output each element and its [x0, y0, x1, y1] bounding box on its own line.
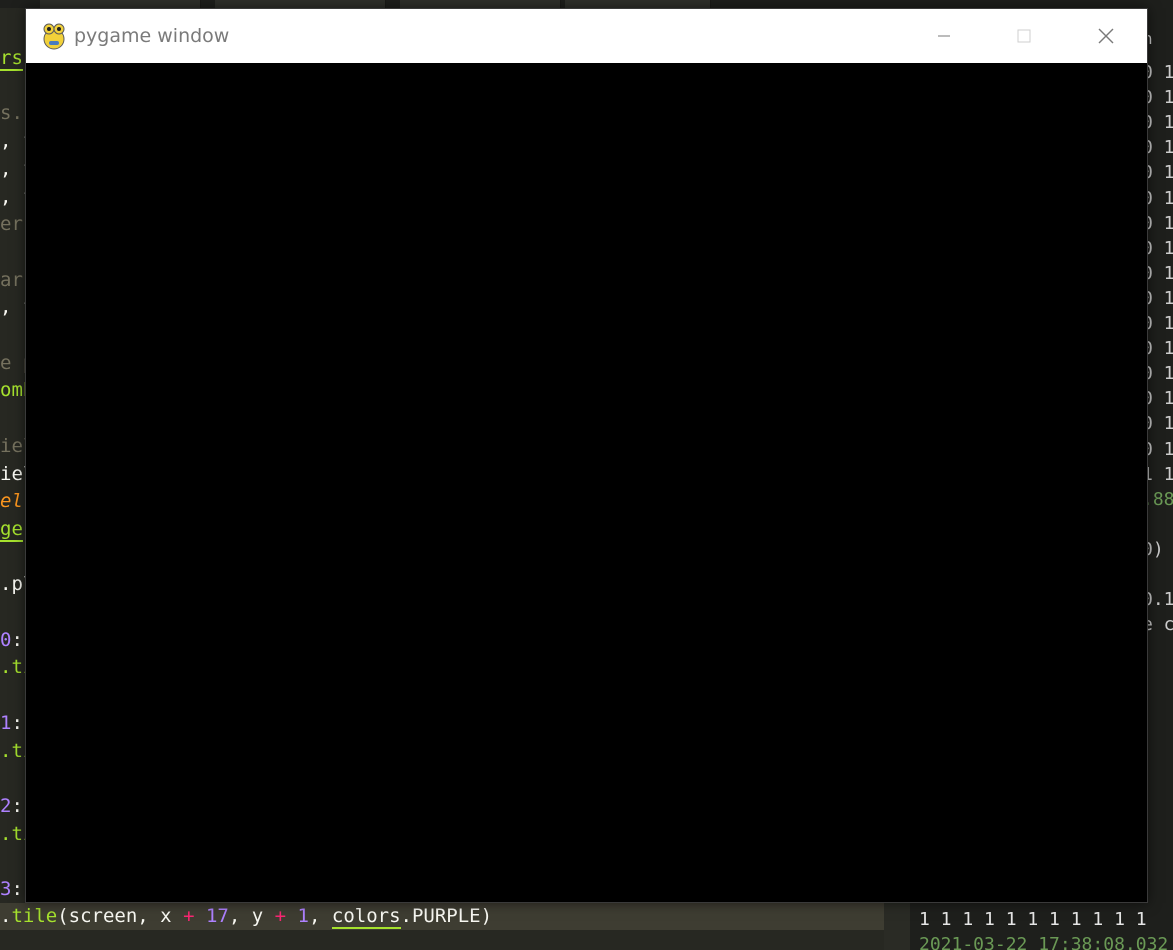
code-token: 2	[0, 794, 12, 817]
code-line[interactable]: 3:	[0, 876, 23, 903]
terminal-line: 2021-03-22 17:38:08.032	[919, 934, 1169, 950]
code-token: 17	[205, 905, 229, 927]
close-button[interactable]	[1083, 9, 1129, 63]
code-token: tile	[11, 905, 58, 927]
game-canvas[interactable]	[26, 63, 1147, 902]
code-line[interactable]: 2:	[0, 793, 23, 820]
editor-tab-strip	[0, 0, 1173, 8]
code-token: :	[11, 628, 23, 651]
pygame-snake-icon	[43, 23, 65, 50]
code-token: :	[11, 794, 23, 817]
code-line[interactable]: s.	[0, 100, 23, 127]
terminal-line: 1 1 1 1 1 1 1 1 1 1 1	[919, 909, 1147, 930]
minimize-button[interactable]	[921, 9, 967, 63]
code-token: +	[274, 905, 287, 927]
code-line[interactable]: 1:	[0, 710, 23, 737]
maximize-button[interactable]	[1001, 9, 1047, 63]
editor-tab[interactable]	[400, 0, 561, 8]
window-titlebar[interactable]: pygame window	[26, 9, 1147, 63]
pygame-window[interactable]: pygame window	[25, 8, 1148, 903]
code-token: (screen, x	[57, 905, 184, 927]
code-token: .PURPLE)	[400, 905, 493, 927]
window-title: pygame window	[74, 25, 230, 47]
code-token: 3	[0, 878, 12, 900]
code-token: , y	[228, 905, 275, 927]
maximize-icon	[1017, 29, 1031, 43]
code-token: 1	[0, 711, 12, 734]
minimize-icon	[938, 35, 950, 37]
code-token: colors	[331, 905, 401, 929]
close-icon	[1098, 28, 1114, 44]
code-token: ,	[308, 905, 332, 927]
code-token: +	[183, 905, 195, 927]
code-token: .	[0, 905, 12, 927]
editor-tab[interactable]	[40, 0, 201, 8]
code-token: rs	[0, 47, 23, 71]
code-token: s.	[0, 102, 23, 125]
code-token: 0	[0, 628, 12, 651]
editor-tab[interactable]	[215, 0, 386, 8]
code-token: :	[11, 711, 23, 734]
code-token: ge	[0, 517, 23, 542]
code-token: :	[11, 878, 23, 900]
code-token: 1	[297, 905, 309, 927]
editor-tab[interactable]	[565, 0, 711, 8]
code-line-current[interactable]: .tile(screen, x + 17, y + 1, colors.PURP…	[0, 903, 884, 930]
code-line[interactable]: 0:	[0, 627, 23, 654]
